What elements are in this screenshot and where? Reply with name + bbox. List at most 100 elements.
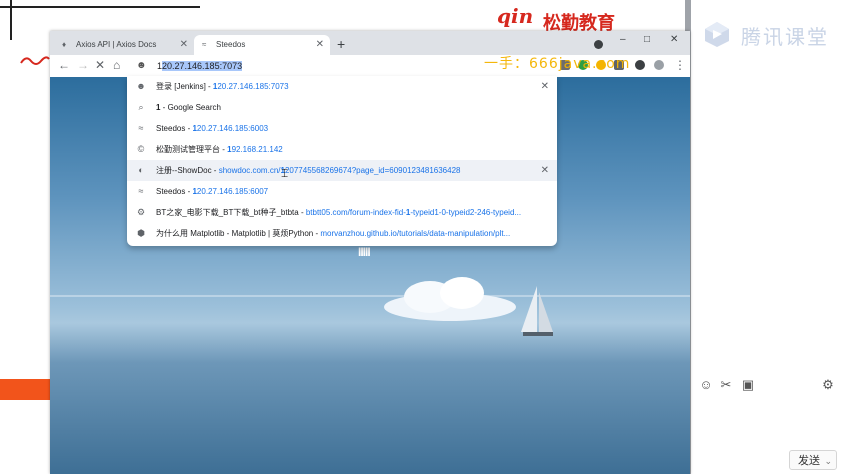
suggestion-item[interactable]: ⬢ 为什么用 Matplotlib - Matplotlib | 莫烦Python… [127,223,557,244]
suggestion-text: 为什么用 Matplotlib - Matplotlib | 莫烦Python … [156,223,510,244]
menu-icon[interactable]: ⋮ [674,58,686,72]
suggestion-text: 1 - Google Search [156,97,221,118]
steedos-icon: ≈ [138,186,144,196]
watermark: 一手：666java.com [484,56,631,72]
autocomplete-text: 20.27.146.185:7073 [162,61,243,71]
close-tab-icon[interactable]: ✕ [316,35,324,55]
suggestion-source: - Google Search [160,103,221,112]
url-prefix: btbtt05.com/forum-index-fid- [305,208,406,217]
search-icon: ⌕ [138,102,144,112]
suggestion-title: 注册--ShowDoc [156,166,212,175]
suggestion-separator: - [298,208,306,217]
close-tab-icon[interactable]: ✕ [180,35,188,55]
tencent-logo-text: 腾讯课堂 [741,25,829,49]
suggestion-text: 登录 [Jenkins] - 120.27.146.185:7073 [156,76,289,97]
back-button[interactable]: ← [58,58,70,72]
tab-strip: ♦ Axios API | Axios Docs ✕ ≈ Steedos ✕ +… [50,31,690,55]
send-button[interactable]: 发送 ⌄ [789,450,837,470]
home-button[interactable]: ⌂ [113,58,120,72]
remove-suggestion-icon[interactable]: ✕ [541,160,549,181]
tencent-cube-icon [705,22,729,47]
suggestion-url: 120.27.146.185:7073 [213,82,289,91]
suggestion-item[interactable]: ☻ 登录 [Jenkins] - 120.27.146.185:7073 ✕ [127,76,557,97]
suggestion-title: Steedos [156,187,186,196]
url-prefix: showdoc.com.cn/ [218,166,281,175]
squiggle-decoration [20,56,50,65]
horizon-line [50,295,690,297]
axios-favicon-icon: ♦ [62,40,67,49]
jenkins-icon: ☻ [136,81,146,91]
suggestion-item[interactable]: ◐ 注册--ShowDoc - showdoc.com.cn/1207745568… [127,160,557,181]
suggestion-text: BT之家_电影下载_BT下载_bt种子_btbta - btbtt05.com/… [156,202,521,223]
suggestion-url: 192.168.21.142 [227,145,283,154]
url-rest: -typeid1-0-typeid2-246-typeid... [410,208,522,217]
suggestion-separator: - [205,82,213,91]
classroom-sidebar [685,0,850,474]
suggestion-separator: - [211,166,219,175]
url-rest: 92.168.21.142 [231,145,283,154]
url-rest: 207745568269674?page_id=6090123481636428 [284,166,461,175]
tab-steedos[interactable]: ≈ Steedos ✕ [194,35,330,55]
suggestion-item[interactable]: ⚙ BT之家_电影下载_BT下载_bt种子_btbta - btbtt05.com… [127,202,557,223]
cloud-image [384,277,516,321]
minimize-button[interactable]: – [620,34,626,45]
profile-avatar[interactable] [654,60,664,70]
sailboat-image [521,286,553,336]
settings-icon[interactable]: ⚙ [821,378,835,392]
maximize-button[interactable]: □ [644,34,650,45]
emoji-icon[interactable]: ☺ [699,378,713,392]
suggestion-url: 120.27.146.185:6007 [192,187,268,196]
suggestion-item[interactable]: ⌕ 1 - Google Search [127,97,557,118]
close-window-button[interactable]: ✕ [670,34,678,45]
tab-label: Axios API | Axios Docs [76,40,157,49]
suggestion-text: Steedos - 120.27.146.185:6007 [156,181,268,202]
tencent-classroom-logo: 腾讯课堂 [703,20,833,49]
suggestion-title: 登录 [Jenkins] [156,82,206,91]
suggestion-url: 120.27.146.185:6003 [192,124,268,133]
brand-mark: qin [497,4,534,28]
tab-axios-docs[interactable]: ♦ Axios API | Axios Docs ✕ [54,35,194,55]
url-rest: 20.27.146.185:6007 [196,187,269,196]
url-rest: 20.27.146.185:6003 [196,124,269,133]
suggestion-title: BT之家_电影下载_BT下载_bt种子_btbta [156,208,299,217]
brand-logo: qin 松勤教育 [497,4,637,34]
copyright-icon: © [137,144,145,154]
suggestion-item[interactable]: ≈ Steedos - 120.27.146.185:6007 [127,181,557,202]
profile-icon[interactable] [594,40,603,49]
suggestion-title: Steedos [156,124,186,133]
suggestion-title: 松勤测试管理平台 [156,145,220,154]
forward-button[interactable]: → [77,58,89,72]
omnibox-suggestions: ☻ 登录 [Jenkins] - 120.27.146.185:7073 ✕ ⌕ 1 -… [127,76,557,246]
steedos-icon: ≈ [138,123,144,133]
send-label: 发送 [798,455,820,467]
image-icon[interactable]: ▣ [741,378,755,392]
url-prefix: morvanzhou.github.io/tutorials/data-mani… [320,229,511,238]
suggestion-item[interactable]: © 松勤测试管理平台 - 192.168.21.142 [127,139,557,160]
gear-icon: ⚙ [136,207,146,217]
suggestion-url: showdoc.com.cn/1207745568269674?page_id=… [219,166,461,175]
remove-suggestion-icon[interactable]: ✕ [541,76,549,97]
suggestion-url: morvanzhou.github.io/tutorials/data-mani… [320,229,510,238]
cursor-icon: ⌶ [281,166,289,180]
address-text: 120.27.146.185:7073 [157,57,243,75]
steedos-favicon-icon: ≈ [202,40,207,49]
suggestion-text: 松勤测试管理平台 - 192.168.21.142 [156,139,283,160]
python-icon: ⬢ [137,228,145,238]
slide-divider-line [0,6,200,8]
suggestion-text: 注册--ShowDoc - showdoc.com.cn/12077455682… [156,160,460,181]
slide-vertical-line [10,0,12,40]
suggestion-title: 为什么用 Matplotlib - Matplotlib | 莫烦Python [156,229,314,238]
scissors-icon[interactable]: ✂ [719,378,733,392]
tab-label: Steedos [216,40,246,49]
puzzle-icon[interactable] [635,60,645,70]
new-tab-button[interactable]: + [337,36,345,52]
suggestion-url: btbtt05.com/forum-index-fid-1-typeid1-0-… [306,208,521,217]
showdoc-icon: ◐ [138,165,144,175]
url-rest: 20.27.146.185:7073 [217,82,289,91]
slide-red-bar [0,379,52,400]
suggestion-text: Steedos - 120.27.146.185:6003 [156,118,268,139]
chevron-down-icon[interactable]: ⌄ [824,451,832,471]
stop-button[interactable]: ✕ [95,58,105,72]
suggestion-item[interactable]: ≈ Steedos - 120.27.146.185:6003 [127,118,557,139]
jenkins-icon: ☻ [136,60,147,71]
